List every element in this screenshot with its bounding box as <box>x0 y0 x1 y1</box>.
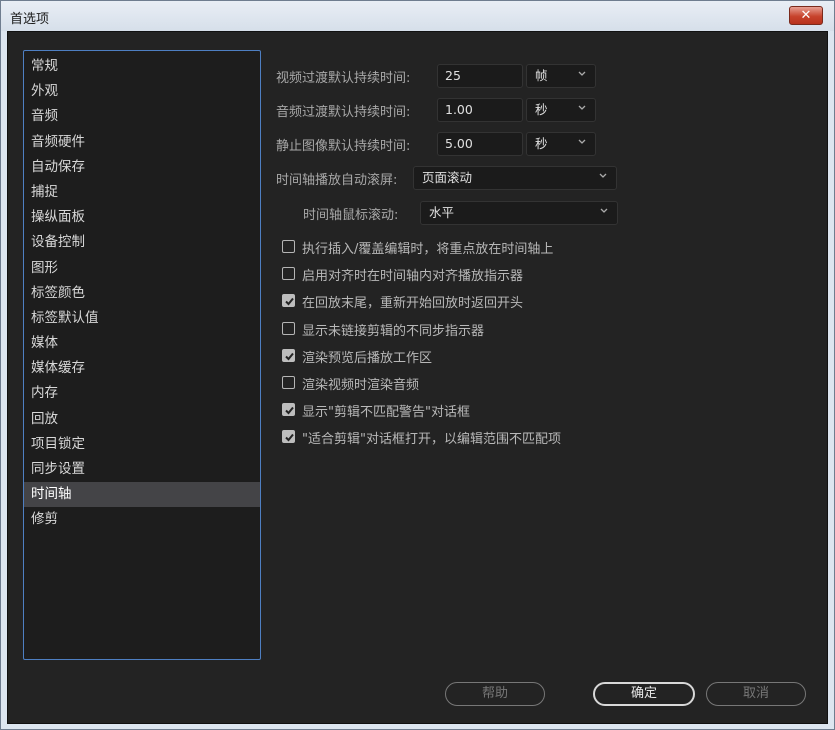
sidebar-item[interactable]: 标签颜色 <box>24 281 260 306</box>
sidebar-item[interactable]: 内存 <box>24 381 260 406</box>
dialog-body: 常规 外观 音频 音频硬件 自动保存 捕捉 操纵面板 设备控制 图形 标签颜色 标签默认值 媒体 媒体缓… <box>7 31 828 724</box>
checkmark-icon <box>285 434 294 442</box>
category-list: 常规 外观 音频 音频硬件 自动保存 捕捉 操纵面板 设备控制 图形 标签颜色 标签默认值 媒体 媒体缓… <box>23 50 261 660</box>
chevron-down-icon <box>600 208 608 213</box>
help-button[interactable]: 帮助 <box>445 682 545 706</box>
auto-scroll-select[interactable]: 页面滚动 <box>413 166 617 190</box>
sidebar-item[interactable]: 常规 <box>24 54 260 79</box>
close-button[interactable]: ✕ <box>789 6 823 25</box>
checkmark-icon <box>285 407 294 415</box>
sidebar-item[interactable]: 修剪 <box>24 507 260 532</box>
sidebar-item[interactable]: 捕捉 <box>24 180 260 205</box>
still-image-input[interactable]: 5.00 <box>437 132 523 156</box>
checkbox[interactable] <box>282 267 295 281</box>
video-transition-label: 视频过渡默认持续时间: <box>276 71 411 86</box>
window-title: 首选项 <box>10 12 50 27</box>
sidebar-item[interactable]: 同步设置 <box>24 457 260 482</box>
still-image-unit: 秒 <box>535 136 548 151</box>
video-transition-row: 视频过渡默认持续时间: 25 帧 <box>276 64 821 88</box>
checkmark-icon <box>285 352 294 361</box>
auto-scroll-value: 页面滚动 <box>422 170 473 185</box>
checkbox[interactable] <box>282 240 295 253</box>
video-transition-unit-select[interactable]: 帧 <box>526 64 596 88</box>
sidebar-item[interactable]: 设备控制 <box>24 230 260 255</box>
checkbox-row[interactable]: 渲染预览后播放工作区 <box>282 347 802 366</box>
still-image-unit-select[interactable]: 秒 <box>526 132 596 156</box>
mouse-scroll-row: 时间轴鼠标滚动: 水平 <box>276 201 821 225</box>
mouse-scroll-select[interactable]: 水平 <box>420 201 618 225</box>
audio-transition-input[interactable]: 1.00 <box>437 98 523 122</box>
sidebar-item[interactable]: 媒体 <box>24 331 260 356</box>
audio-transition-label: 音频过渡默认持续时间: <box>276 105 411 120</box>
ok-button[interactable]: 确定 <box>593 682 695 706</box>
chevron-down-icon <box>578 71 586 76</box>
checkbox-checked[interactable] <box>282 430 295 444</box>
still-image-row: 静止图像默认持续时间: 5.00 秒 <box>276 132 821 156</box>
auto-scroll-row: 时间轴播放自动滚屏: 页面滚动 <box>276 166 821 190</box>
checkbox-row[interactable]: 执行插入/覆盖编辑时，将重点放在时间轴上 <box>282 238 802 257</box>
checkbox-label: 在回放末尾，重新开始回放时返回开头 <box>302 296 524 312</box>
sidebar-item[interactable]: 标签默认值 <box>24 306 260 331</box>
checkbox-checked[interactable] <box>282 294 295 308</box>
sidebar-item[interactable]: 音频硬件 <box>24 130 260 155</box>
chevron-down-icon <box>599 173 607 178</box>
sidebar-item[interactable]: 外观 <box>24 79 260 104</box>
audio-transition-unit-select[interactable]: 秒 <box>526 98 596 122</box>
sidebar-item[interactable]: 项目锁定 <box>24 432 260 457</box>
checkbox-row[interactable]: 在回放末尾，重新开始回放时返回开头 <box>282 292 802 312</box>
mouse-scroll-label: 时间轴鼠标滚动: <box>303 208 399 223</box>
still-image-label: 静止图像默认持续时间: <box>276 139 411 154</box>
sidebar-item[interactable]: 自动保存 <box>24 155 260 180</box>
preferences-window: 首选项 ✕ 常规 外观 音频 音频硬件 自动保存 捕捉 操纵面板 设备控制 图形 标签颜色 标签默认… <box>0 0 835 730</box>
checkbox-row[interactable]: 渲染视频时渲染音频 <box>282 374 802 393</box>
checkbox-checked[interactable] <box>282 348 295 362</box>
video-transition-input[interactable]: 25 <box>437 64 523 88</box>
checkbox-row[interactable]: 显示"剪辑不匹配警告"对话框 <box>282 401 802 421</box>
checkbox-label: 启用对齐时在时间轴内对齐播放指示器 <box>302 269 524 285</box>
checkbox[interactable] <box>282 376 295 389</box>
checkbox-label: 执行插入/覆盖编辑时，将重点放在时间轴上 <box>302 242 554 257</box>
checkmark-icon <box>285 298 294 306</box>
checkbox-label: 显示未链接剪辑的不同步指示器 <box>302 323 485 339</box>
checkbox-label: 渲染预览后播放工作区 <box>302 350 433 366</box>
checkbox-label: "适合剪辑"对话框打开，以编辑范围不匹配项 <box>302 432 561 448</box>
checkbox-label: 显示"剪辑不匹配警告"对话框 <box>302 405 470 421</box>
cancel-button[interactable]: 取消 <box>706 682 806 706</box>
auto-scroll-label: 时间轴播放自动滚屏: <box>276 173 398 188</box>
video-transition-unit: 帧 <box>535 68 548 83</box>
sidebar-item[interactable]: 图形 <box>24 256 260 281</box>
chevron-down-icon <box>578 105 586 110</box>
mouse-scroll-value: 水平 <box>429 205 455 220</box>
checkbox-row[interactable]: "适合剪辑"对话框打开，以编辑范围不匹配项 <box>282 428 802 448</box>
sidebar-item[interactable]: 回放 <box>24 407 260 432</box>
sidebar-item[interactable]: 时间轴 <box>24 482 260 508</box>
sidebar-item[interactable]: 媒体缓存 <box>24 356 260 381</box>
title-bar: 首选项 ✕ <box>1 1 834 31</box>
checkbox-row[interactable]: 显示未链接剪辑的不同步指示器 <box>282 320 802 339</box>
audio-transition-row: 音频过渡默认持续时间: 1.00 秒 <box>276 98 821 122</box>
checkbox-label: 渲染视频时渲染音频 <box>302 378 420 393</box>
audio-transition-unit: 秒 <box>535 102 548 117</box>
sidebar-item[interactable]: 音频 <box>24 104 260 129</box>
checkbox-row[interactable]: 启用对齐时在时间轴内对齐播放指示器 <box>282 265 802 285</box>
sidebar-item[interactable]: 操纵面板 <box>24 205 260 230</box>
checkbox[interactable] <box>282 321 295 335</box>
checkbox-checked[interactable] <box>282 403 295 417</box>
chevron-down-icon <box>578 139 586 144</box>
